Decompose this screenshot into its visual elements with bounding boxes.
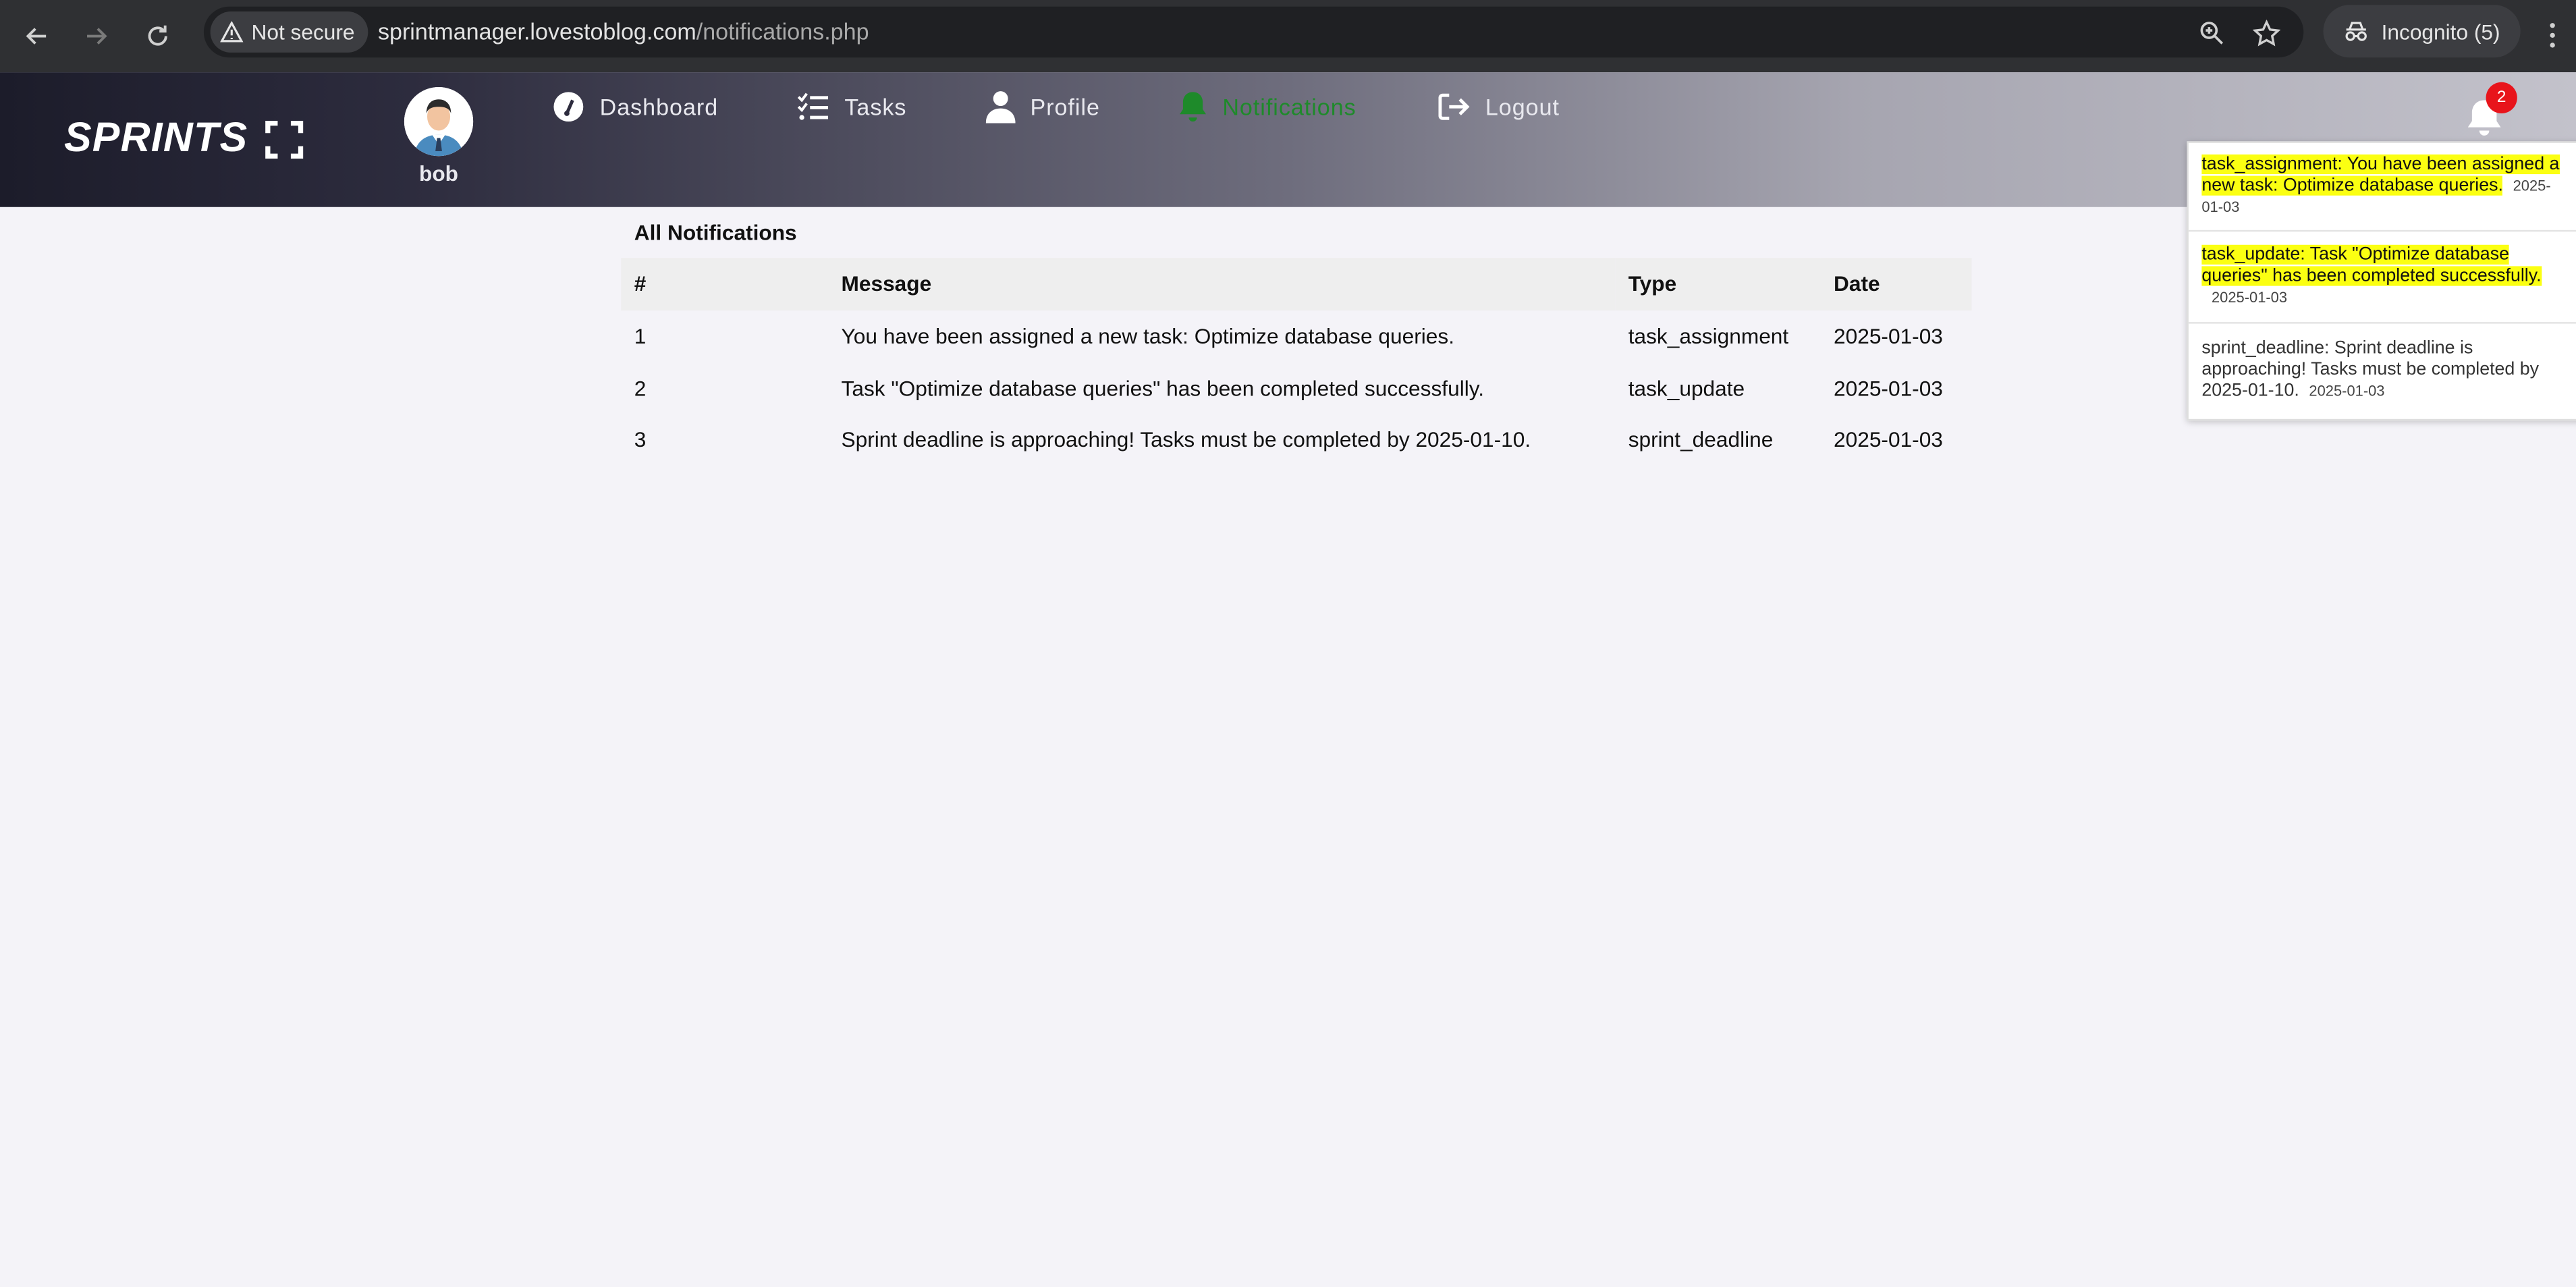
row-message: Task "Optimize database queries" has bee… [841,375,1485,401]
dropdown-item-date-row: 2025-01-03 [2201,287,2576,309]
row-date: 2025-01-03 [1834,323,1943,349]
reload-icon [148,25,167,46]
nav-dashboard-label: Dashboard [599,93,719,120]
dropdown-item-message: queries" has been completed successfully… [2201,266,2576,287]
row-message: You have been assigned a new task: Optim… [841,323,1455,349]
url-host: sprintmanager.lovestoblog.com [377,18,696,45]
menu-dot [2549,42,2554,47]
table-header-row: # Message Type Date [621,258,1972,310]
username: bob [419,161,459,186]
logo-text: SPRINTS [63,115,248,161]
dropdown-item-date: 2025-01-03 [2309,383,2385,400]
dropdown-item-message: 2025-01-10. 2025-01-03 [2201,381,2576,403]
url-path: /notifications.php [696,18,869,45]
dropdown-item-read[interactable]: sprint_deadline: Sprint deadline is appr… [2189,339,2576,403]
zoom-icon [2200,22,2224,45]
dropdown-item-date: 2025- [2513,177,2551,194]
fullscreen-icon [265,119,303,158]
row-number: 2 [634,375,647,401]
nav-notifications-label: Notifications [1222,93,1356,120]
nav-logout-label: Logout [1485,93,1560,120]
dropdown-message-line: sprint_deadline: Sprint deadline is [2201,338,2473,358]
back-button[interactable] [15,15,57,57]
table-row: 2 Task "Optimize database queries" has b… [621,362,1971,414]
menu-dot [2549,32,2554,37]
notification-count-badge: 2 [2486,82,2517,113]
browser-toolbar: Not secure sprintmanager.lovestoblog.com… [0,0,2576,73]
url-text[interactable]: sprintmanager.lovestoblog.com/notificati… [378,18,869,45]
avatar[interactable] [404,87,474,157]
nav-logout[interactable]: Logout [1437,87,1560,126]
incognito-icon [2346,22,2367,41]
warning-icon [220,21,244,43]
dropdown-message-line: task_assignment: You have been assigned … [2201,154,2560,175]
page: Not secure sprintmanager.lovestoblog.com… [0,0,2576,1286]
dashboard-gauge-icon [553,92,584,122]
column-header: Message [841,271,932,297]
dropdown-item-message: new task: Optimize database queries. 2025… [2201,175,2576,198]
column-header: Type [1628,271,1677,297]
dropdown-item-date: 2025-01-03 [2211,289,2288,306]
tasks-checklist-icon [797,92,829,120]
row-message: Sprint deadline is approaching! Tasks mu… [841,427,1531,453]
star-icon [2251,18,2280,46]
row-number: 3 [634,427,647,453]
dropdown-message-line: approaching! Tasks must be completed by [2201,360,2540,380]
logo[interactable]: SPRINTS [64,115,304,163]
security-label: Not secure [251,20,355,45]
row-date: 2025-01-03 [1834,375,1943,401]
dropdown-item-message: task_update: Task "Optimize database [2201,244,2576,267]
column-header: # [634,271,647,297]
table-row: 1 You have been assigned a new task: Opt… [621,310,1971,362]
reload-button[interactable] [136,15,179,57]
browser-menu-button[interactable] [2536,15,2569,54]
incognito-chip[interactable]: Incognito (5) [2323,5,2521,58]
nav-tasks-label: Tasks [844,93,907,120]
forward-arrow-icon [87,28,107,45]
nav-tasks[interactable]: Tasks [797,87,907,126]
nav-dashboard[interactable]: Dashboard [552,87,718,126]
address-bar[interactable]: Not secure sprintmanager.lovestoblog.com… [203,6,2304,58]
bookmark-button[interactable] [2246,13,2285,52]
column-header: Date [1834,271,1880,297]
dropdown-item-unread[interactable]: task_update: Task "Optimize database que… [2189,244,2576,309]
dropdown-message-line: new task: Optimize database queries. [2201,175,2503,196]
page-title: All Notifications [634,220,797,245]
user-avatar-icon [404,87,474,157]
row-type: sprint_deadline [1628,427,1774,453]
nav-notifications[interactable]: Notifications [1178,87,1356,126]
row-date: 2025-01-03 [1834,427,1943,453]
divider [2188,322,2576,324]
forward-button[interactable] [76,15,118,57]
menu-dot [2549,22,2554,28]
security-chip[interactable]: Not secure [210,11,368,53]
dropdown-message-line: task_update: Task "Optimize database [2201,244,2510,265]
table-row: 3 Sprint deadline is approaching! Tasks … [621,414,1971,466]
divider [2188,229,2576,232]
logout-icon [1438,93,1470,120]
row-number: 1 [634,323,647,349]
back-arrow-icon [26,28,47,45]
nav-profile[interactable]: Profile [985,87,1100,126]
dropdown-message-line: 2025-01-10. [2201,381,2299,402]
dropdown-message-line: queries" has been completed successfully… [2201,266,2542,286]
nav-profile-label: Profile [1030,93,1100,120]
incognito-label: Incognito (5) [2381,18,2500,44]
notifications-table: # Message Type Date 1 You have been assi… [621,258,1972,466]
user-icon [985,91,1016,124]
dropdown-item-message: task_assignment: You have been assigned … [2201,154,2576,176]
row-type: task_assignment [1628,323,1789,349]
bell-icon [1180,92,1206,122]
notifications-dropdown: task_assignment: You have been assigned … [2187,141,2576,421]
dropdown-item-date: 01-03 [2201,198,2240,215]
zoom-button[interactable] [2192,13,2231,52]
row-type: task_update [1628,375,1745,401]
dropdown-item-unread[interactable]: task_assignment: You have been assigned … [2189,154,2576,219]
